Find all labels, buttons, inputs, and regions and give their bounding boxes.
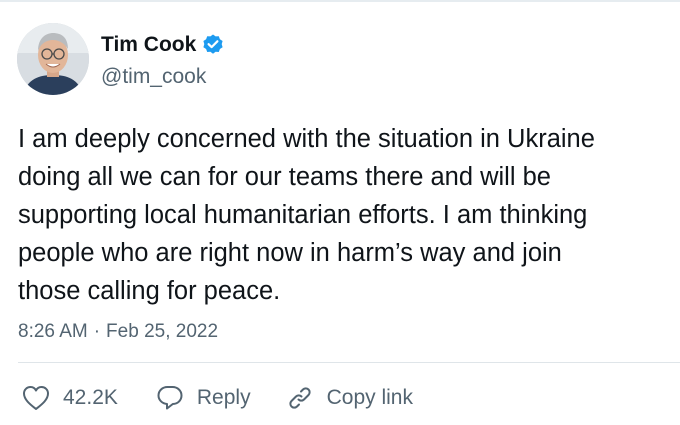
copy-link-button[interactable]: Copy link (286, 384, 413, 412)
divider (18, 362, 680, 363)
reply-label: Reply (196, 386, 251, 409)
tweet-text-line: doing all we can for our teams there and… (18, 163, 551, 191)
heart-icon (23, 386, 49, 410)
verified-badge-icon (201, 33, 225, 57)
reply-button[interactable]: Reply (156, 384, 251, 412)
tweet-actions: 42.2K Reply Copy link (22, 383, 413, 413)
tweet-text: I am deeply concerned with the situation… (18, 120, 680, 310)
link-icon (288, 387, 311, 409)
tweet-date[interactable]: Feb 25, 2022 (106, 321, 218, 342)
avatar[interactable] (17, 23, 89, 95)
tweet-text-line: supporting local humanitarian efforts. I… (18, 201, 588, 229)
tweet-timestamp[interactable]: 8:26 AM · Feb 25, 2022 (18, 319, 218, 345)
author-handle[interactable]: @tim_cook (101, 64, 206, 90)
author-name-row: Tim Cook (101, 32, 225, 58)
tweet-time[interactable]: 8:26 AM (18, 321, 88, 342)
author-display-name[interactable]: Tim Cook (101, 32, 196, 58)
reply-bubble-icon (157, 386, 183, 410)
profile-photo-icon (17, 23, 89, 95)
like-button[interactable]: 42.2K (22, 385, 118, 411)
copy-link-label: Copy link (326, 386, 413, 409)
like-count: 42.2K (63, 386, 118, 409)
tweet-card: Tim Cook @tim_cook I am deeply concerned… (0, 0, 680, 425)
timestamp-separator: · (93, 321, 101, 342)
tweet-text-line: people who are right now in harm’s way a… (18, 239, 562, 267)
tweet-text-line: I am deeply concerned with the situation… (18, 125, 595, 153)
tweet-text-line: those calling for peace. (18, 277, 281, 305)
